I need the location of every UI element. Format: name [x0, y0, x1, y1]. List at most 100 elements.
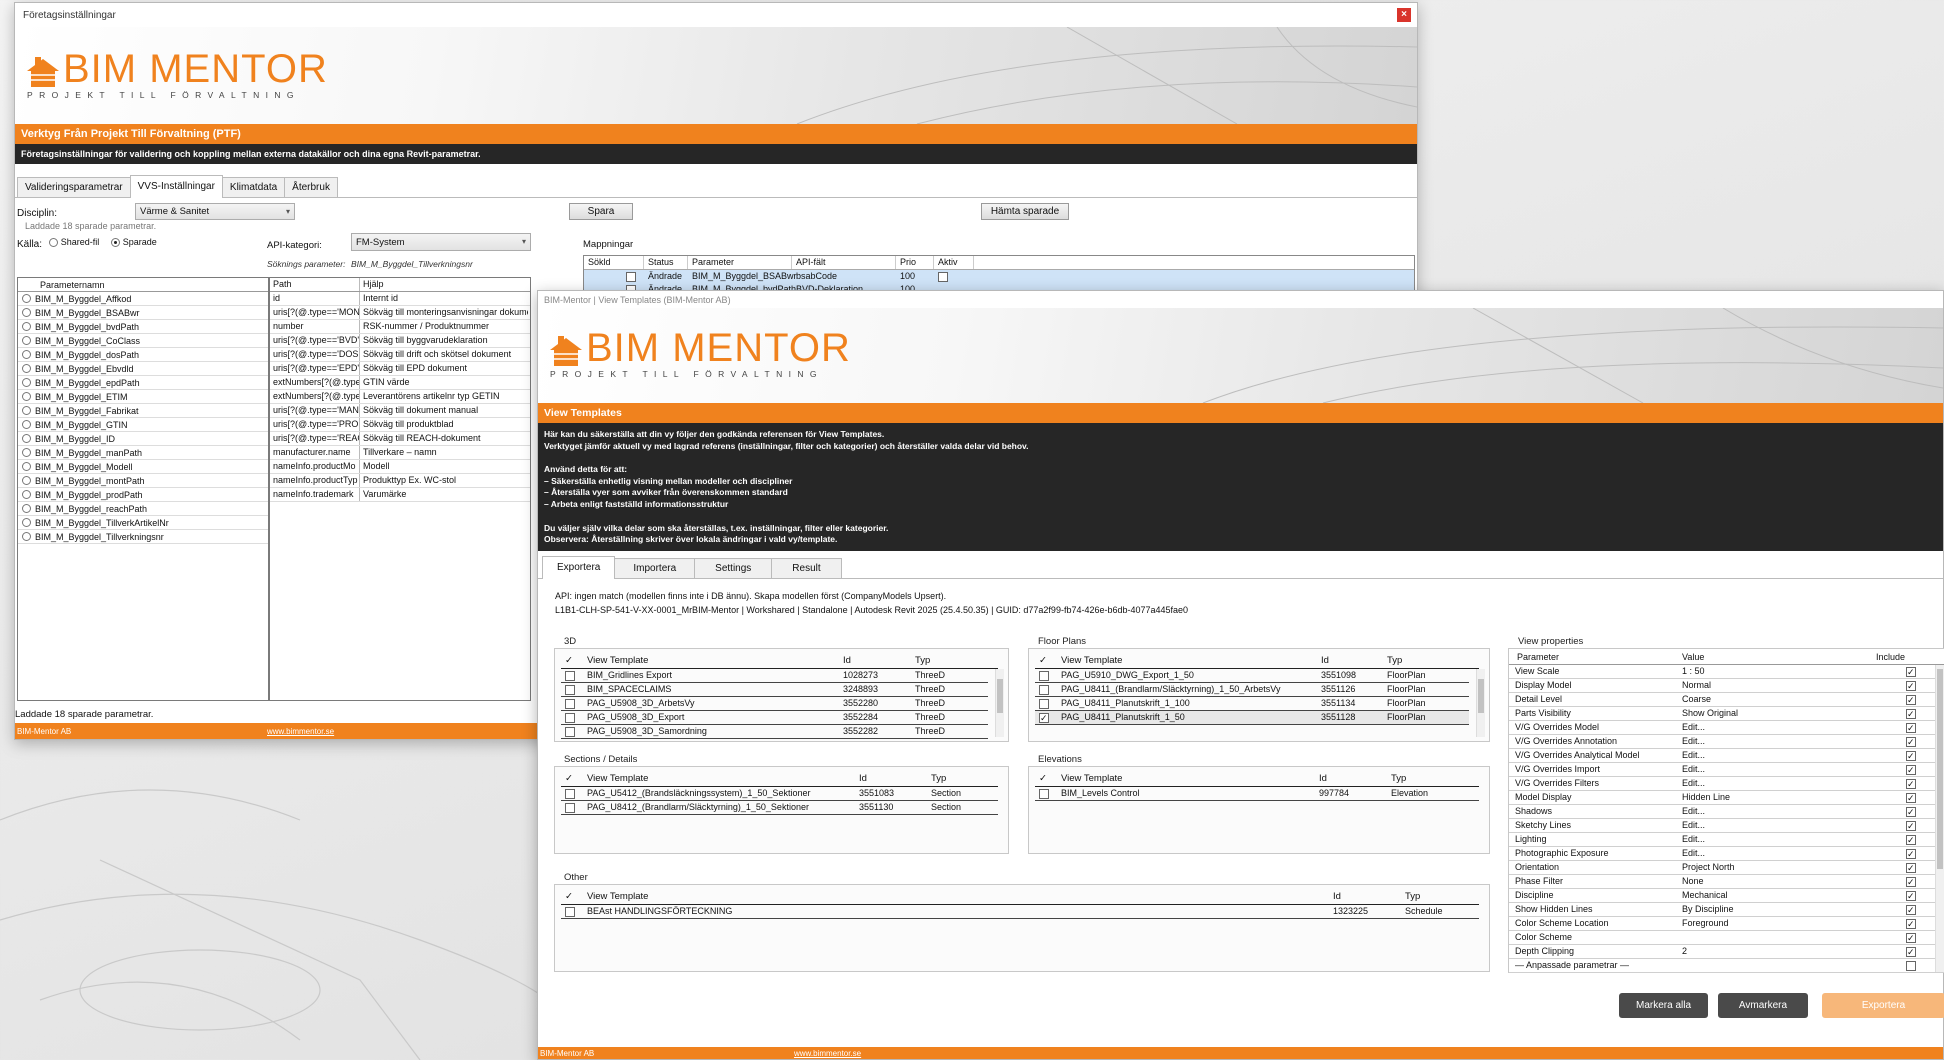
table-row[interactable]: Phase Filter None	[1509, 875, 1944, 889]
include-checkbox[interactable]	[1906, 960, 1916, 971]
table-row[interactable]: manufacturer.name Tillverkare – namn	[270, 446, 530, 460]
table-row[interactable]: PAG_U8411_(Brandlarm/Släcktyrning)_1_50_…	[1035, 683, 1469, 697]
checkbox[interactable]	[565, 906, 575, 917]
table-row[interactable]: PAG_U5908_3D_Samordning 3552282 ThreeD	[561, 725, 988, 739]
tab-climate[interactable]: Klimatdata	[221, 177, 286, 197]
table-row[interactable]: BEAst HANDLINGSFÖRTECKNING 1323225 Schedul…	[561, 905, 1479, 919]
radio-icon[interactable]	[22, 378, 31, 387]
include-checkbox[interactable]	[1906, 680, 1916, 691]
include-checkbox[interactable]	[1906, 722, 1916, 733]
table-row[interactable]: Sketchy Lines Edit...	[1509, 819, 1944, 833]
table-row[interactable]: uris[?(@.type=='BVD' Sökväg till byggvaru…	[270, 334, 530, 348]
unmark-button[interactable]: Avmarkera	[1718, 993, 1808, 1018]
table-row[interactable]: PAG_U5908_3D_Export 3552284 ThreeD	[561, 711, 988, 725]
include-checkbox[interactable]	[1906, 876, 1916, 887]
include-checkbox[interactable]	[1906, 708, 1916, 719]
radio-icon[interactable]	[22, 406, 31, 415]
footer-link[interactable]: www.bimmentor.se	[267, 727, 334, 736]
include-checkbox[interactable]	[1906, 932, 1916, 943]
table-row[interactable]: PAG_U8411_Planutskrift_1_100 3551134 Floor…	[1035, 697, 1469, 711]
table-row[interactable]: PAG_U5910_DWG_Export_1_50 3551098 FloorPla…	[1035, 669, 1469, 683]
radio-icon[interactable]	[22, 364, 31, 373]
include-checkbox[interactable]	[1906, 862, 1916, 873]
scrollbar-thumb[interactable]	[1937, 669, 1943, 869]
radio-icon[interactable]	[22, 308, 31, 317]
active-checkbox[interactable]	[938, 271, 948, 282]
list-item[interactable]: BIM_M_Byggdel_dosPath	[18, 348, 268, 362]
radio-icon[interactable]	[22, 476, 31, 485]
list-item[interactable]: BIM_M_Byggdel_Tillverkningsnr	[18, 530, 268, 544]
table-row[interactable]: PAG_U8412_(Brandlarm/Släcktyrning)_1_50_…	[561, 801, 998, 815]
include-checkbox[interactable]	[1906, 946, 1916, 957]
checkbox[interactable]	[565, 670, 575, 681]
radio-icon[interactable]	[22, 462, 31, 471]
table-row[interactable]: Lighting Edit...	[1509, 833, 1944, 847]
list-item[interactable]: BIM_M_Byggdel_bvdPath	[18, 320, 268, 334]
table-row[interactable]: — Anpassade parametrar —	[1509, 959, 1944, 973]
table-row[interactable]: uris[?(@.type=='PROI Sökväg till produktb…	[270, 418, 530, 432]
tab-result[interactable]: Result	[771, 558, 842, 578]
include-checkbox[interactable]	[1906, 764, 1916, 775]
table-row[interactable]: nameInfo.productTyp Produkttyp Ex. WC-sto…	[270, 474, 530, 488]
radio-icon[interactable]	[22, 490, 31, 499]
radio-icon[interactable]	[22, 322, 31, 331]
checkbox[interactable]	[565, 788, 575, 799]
list-item[interactable]: BIM_M_Byggdel_manPath	[18, 446, 268, 460]
list-item[interactable]: BIM_M_Byggdel_TillverkArtikelNr	[18, 516, 268, 530]
checkbox[interactable]	[565, 684, 575, 695]
include-checkbox[interactable]	[1906, 806, 1916, 817]
radio-icon[interactable]	[22, 532, 31, 541]
table-row[interactable]: extNumbers[?(@.type Leverantörens artikel…	[270, 390, 530, 404]
include-checkbox[interactable]	[1906, 918, 1916, 929]
table-row[interactable]: number RSK-nummer / Produktnummer	[270, 320, 530, 334]
table-row[interactable]: uris[?(@.type=='REAC Sökväg till REACH-do…	[270, 432, 530, 446]
checkbox[interactable]	[565, 698, 575, 709]
include-checkbox[interactable]	[1906, 666, 1916, 677]
radio-icon[interactable]	[22, 392, 31, 401]
table-row[interactable]: Detail Level Coarse	[1509, 693, 1944, 707]
table-row[interactable]: BIM_SPACECLAIMS 3248893 ThreeD	[561, 683, 988, 697]
table-row[interactable]: id Internt id	[270, 292, 530, 306]
table-row[interactable]: Shadows Edit...	[1509, 805, 1944, 819]
include-checkbox[interactable]	[1906, 904, 1916, 915]
table-row[interactable]: Depth Clipping 2	[1509, 945, 1944, 959]
checkbox[interactable]	[1039, 670, 1049, 681]
table-row[interactable]: nameInfo.productMo Modell	[270, 460, 530, 474]
checkbox[interactable]	[1039, 788, 1049, 799]
source-saved-option[interactable]: Sparade	[111, 237, 157, 248]
table-row[interactable]: V/G Overrides Analytical Model Edit...	[1509, 749, 1944, 763]
radio-icon[interactable]	[22, 518, 31, 527]
include-checkbox[interactable]	[1906, 890, 1916, 901]
export-button[interactable]: Exportera	[1822, 993, 1944, 1018]
table-row[interactable]: nameInfo.trademark Varumärke	[270, 488, 530, 502]
radio-icon[interactable]	[22, 420, 31, 429]
tab-export[interactable]: Exportera	[542, 556, 616, 579]
radio-icon[interactable]	[22, 504, 31, 513]
include-checkbox[interactable]	[1906, 792, 1916, 803]
table-row[interactable]: Ändrade BIM_M_Byggdel_BSABwr bsabCode 10…	[584, 270, 1414, 283]
include-checkbox[interactable]	[1906, 694, 1916, 705]
tab-import[interactable]: Importera	[614, 558, 696, 578]
list-item[interactable]: BIM_M_Byggdel_CoClass	[18, 334, 268, 348]
list-item[interactable]: BIM_M_Byggdel_Fabrikat	[18, 404, 268, 418]
table-row[interactable]: uris[?(@.type=='EPD' Sökväg till EPD doku…	[270, 362, 530, 376]
scrollbar[interactable]	[1935, 665, 1944, 972]
include-checkbox[interactable]	[1906, 834, 1916, 845]
discipline-select[interactable]: Värme & Sanitet ▾	[135, 203, 295, 220]
table-row[interactable]: PAG_U5412_(Brandsläckningssystem)_1_50_S…	[561, 787, 998, 801]
include-checkbox[interactable]	[1906, 750, 1916, 761]
list-item[interactable]: BIM_M_Byggdel_ID	[18, 432, 268, 446]
list-item[interactable]: BIM_M_Byggdel_epdPath	[18, 376, 268, 390]
checkbox[interactable]	[565, 802, 575, 813]
include-checkbox[interactable]	[1906, 848, 1916, 859]
list-item[interactable]: BIM_M_Byggdel_montPath	[18, 474, 268, 488]
include-checkbox[interactable]	[1906, 736, 1916, 747]
radio-icon[interactable]	[22, 350, 31, 359]
radio-icon[interactable]	[22, 434, 31, 443]
table-row[interactable]: V/G Overrides Model Edit...	[1509, 721, 1944, 735]
table-row[interactable]: Orientation Project North	[1509, 861, 1944, 875]
scrollbar[interactable]	[995, 669, 1004, 737]
list-item[interactable]: BIM_M_Byggdel_Modell	[18, 460, 268, 474]
tab-vvs[interactable]: VVS-Inställningar	[129, 175, 223, 198]
tab-settings[interactable]: Settings	[694, 558, 773, 578]
